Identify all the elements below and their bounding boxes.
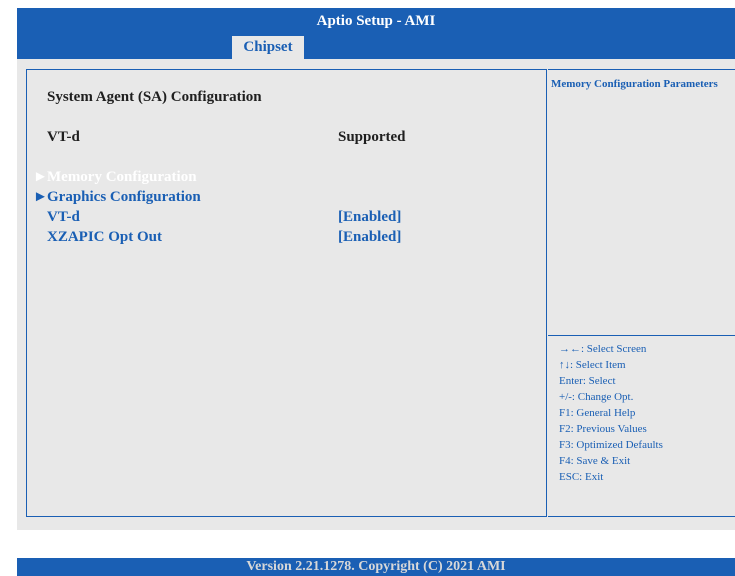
- key-hint: ↑↓: Select Item: [559, 359, 626, 371]
- key-hint: F1: General Help: [559, 407, 636, 419]
- key-hint: F2: Previous Values: [559, 423, 647, 435]
- footer-bar: Version 2.21.1278. Copyright (C) 2021 AM…: [17, 558, 735, 576]
- setting-vtd-value[interactable]: [Enabled]: [338, 209, 401, 226]
- info-row-vtd: VT-d: [47, 129, 80, 146]
- settings-panel: [26, 69, 547, 517]
- setting-label: XZAPIC Opt Out: [47, 229, 163, 245]
- key-legend: →←: Select Screen ↑↓: Select Item Enter:…: [559, 341, 663, 485]
- tab-label: Chipset: [243, 39, 293, 55]
- title-bar: Aptio Setup - AMI: [17, 8, 735, 34]
- key-hint: Enter: Select: [559, 375, 616, 387]
- submenu-arrow-icon: ►: [33, 189, 48, 205]
- tab-bar: [17, 34, 735, 59]
- section-title: System Agent (SA) Configuration: [47, 89, 262, 105]
- setting-vtd[interactable]: VT-d: [47, 209, 80, 226]
- info-value-vtd: Supported: [338, 129, 406, 145]
- menu-item-graphics-configuration[interactable]: ►Graphics Configuration: [33, 189, 201, 206]
- key-hint: →←: Select Screen: [559, 343, 647, 355]
- setting-xzapic-opt-out-value[interactable]: [Enabled]: [338, 229, 401, 246]
- setting-label: VT-d: [47, 209, 80, 225]
- window-title: Aptio Setup - AMI: [316, 12, 436, 29]
- key-hint: +/-: Change Opt.: [559, 391, 634, 403]
- key-hint: ESC: Exit: [559, 471, 604, 483]
- info-label: VT-d: [47, 129, 80, 145]
- setting-xzapic-opt-out[interactable]: XZAPIC Opt Out: [47, 229, 162, 246]
- version-text: Version 2.21.1278. Copyright (C) 2021 AM…: [246, 559, 506, 574]
- menu-item-label: Memory Configuration: [47, 169, 197, 185]
- help-divider: [548, 335, 735, 336]
- help-title: Memory Configuration Parameters: [551, 78, 718, 90]
- submenu-arrow-icon: ►: [33, 169, 48, 185]
- key-hint: F4: Save & Exit: [559, 455, 631, 467]
- menu-item-label: Graphics Configuration: [47, 189, 201, 205]
- tab-chipset[interactable]: Chipset: [232, 36, 304, 59]
- key-hint: F3: Optimized Defaults: [559, 439, 663, 451]
- menu-item-memory-configuration[interactable]: ►Memory Configuration: [33, 169, 197, 186]
